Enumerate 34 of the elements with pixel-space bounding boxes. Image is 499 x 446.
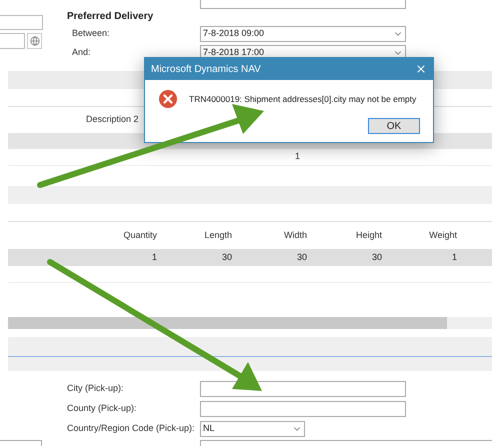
column-header: Width	[282, 228, 307, 242]
error-message: TRN4000019: Shipment addresses[0].city may not be empty	[189, 92, 416, 106]
field-label: And:	[71, 46, 92, 59]
text-field[interactable]	[200, 381, 406, 397]
table-cell-text: 30	[220, 250, 232, 264]
table-cell-text: 30	[370, 250, 382, 264]
field-label: City (Pick-up):	[66, 382, 125, 396]
text-field[interactable]	[200, 401, 406, 417]
column-header: Description 2	[86, 113, 139, 126]
column-header: Quantity	[122, 228, 157, 242]
globe-icon	[30, 36, 40, 46]
table-row[interactable]: 1 30 30 30 1	[8, 249, 492, 266]
text-field[interactable]	[0, 15, 43, 30]
country-dropdown[interactable]: NL	[200, 421, 305, 437]
column-header: Weight	[428, 228, 457, 242]
field-label: Between:	[71, 26, 111, 40]
close-button[interactable]	[415, 63, 427, 75]
ok-button[interactable]: OK	[368, 118, 420, 134]
section-heading: Preferred Delivery	[67, 10, 154, 24]
text-field[interactable]	[0, 33, 25, 49]
field-label: County (Pick-up):	[66, 402, 138, 416]
column-header: Length	[203, 228, 232, 242]
table-cell-text: 30	[296, 250, 307, 264]
table-cell-text: 1	[450, 250, 457, 264]
column-header: Height	[354, 228, 382, 242]
table-cell-text: 1	[150, 250, 157, 264]
close-icon	[415, 63, 427, 75]
globe-button[interactable]	[27, 33, 42, 49]
table-cell-text: 1	[295, 150, 300, 164]
dialog-title: Microsoft Dynamics NAV	[151, 62, 261, 76]
date-field[interactable]	[200, 0, 406, 9]
error-icon	[159, 90, 177, 108]
field-label: Country/Region Code (Pick-up):	[66, 422, 196, 436]
date-dropdown[interactable]: 7-8-2018 09:00	[200, 26, 406, 42]
